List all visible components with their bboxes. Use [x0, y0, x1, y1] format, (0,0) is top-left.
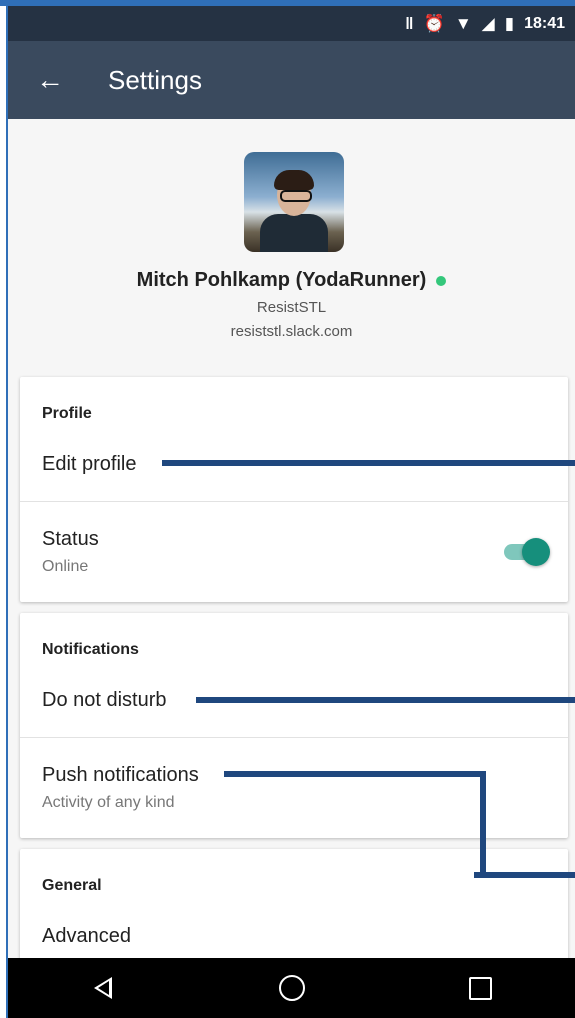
status-row[interactable]: Status Online [20, 502, 568, 602]
triangle-back-icon [93, 977, 112, 999]
annotation-line-push-exit [474, 872, 575, 878]
wifi-icon: ▼ [454, 14, 472, 33]
app-bar: ← Settings [8, 41, 575, 119]
square-recents-icon [469, 976, 492, 1000]
profile-summary: Mitch Pohlkamp (YodaRunner) ResistSTL re… [8, 119, 575, 369]
back-arrow-icon[interactable]: ← [36, 66, 64, 94]
online-presence-icon [436, 275, 447, 286]
status-bar: ‖ ⏰ ▼ ◢ ▮ 18:41 [8, 6, 575, 41]
circle-home-icon [278, 975, 305, 1001]
annotation-line-edit-profile [162, 460, 575, 466]
page-title: Settings [108, 64, 202, 95]
signal-icon: ◢ [481, 14, 495, 33]
avatar-hair [274, 170, 314, 190]
team-name: ResistSTL [256, 299, 327, 316]
edit-profile-row[interactable]: Edit profile [20, 443, 568, 501]
annotation-line-do-not-disturb [196, 697, 575, 703]
do-not-disturb-label: Do not disturb [42, 689, 167, 711]
section-header-general: General [42, 877, 102, 894]
status-label: Status [42, 528, 99, 550]
profile-name-line: Mitch Pohlkamp (YodaRunner) [8, 269, 575, 292]
nav-back-button[interactable] [73, 958, 133, 1018]
push-notifications-label: Push notifications [42, 764, 199, 786]
do-not-disturb-row[interactable]: Do not disturb [20, 679, 568, 737]
toggle-knob [522, 538, 550, 566]
profile-name: Mitch Pohlkamp (YodaRunner) [136, 269, 427, 291]
avatar[interactable] [244, 152, 344, 252]
android-nav-bar [8, 958, 575, 1018]
phone-screen: ‖ ⏰ ▼ ◢ ▮ 18:41 ← Settings Mitch Pohlkam… [8, 6, 575, 1018]
vibrate-icon: ‖ [405, 14, 414, 33]
status-value: Online [42, 558, 89, 575]
battery-icon: ▮ [504, 14, 515, 33]
team-domain: resiststl.slack.com [230, 323, 353, 340]
status-time: 18:41 [524, 14, 565, 32]
annotation-line-push-vertical [480, 771, 486, 878]
section-header-notifications: Notifications [42, 641, 139, 658]
nav-home-button[interactable] [262, 958, 322, 1018]
avatar-body [260, 214, 328, 252]
alarm-icon: ⏰ [423, 14, 445, 33]
advanced-label: Advanced [42, 925, 131, 947]
push-notifications-sub: Activity of any kind [42, 794, 175, 811]
profile-settings-card: Profile Edit profile Status Online [20, 377, 568, 602]
section-header-profile: Profile [42, 405, 92, 422]
avatar-glasses [280, 190, 312, 202]
edit-profile-label: Edit profile [42, 453, 137, 475]
status-toggle[interactable] [504, 538, 550, 566]
nav-recents-button[interactable] [451, 958, 511, 1018]
annotation-line-push-horizontal [224, 771, 486, 777]
